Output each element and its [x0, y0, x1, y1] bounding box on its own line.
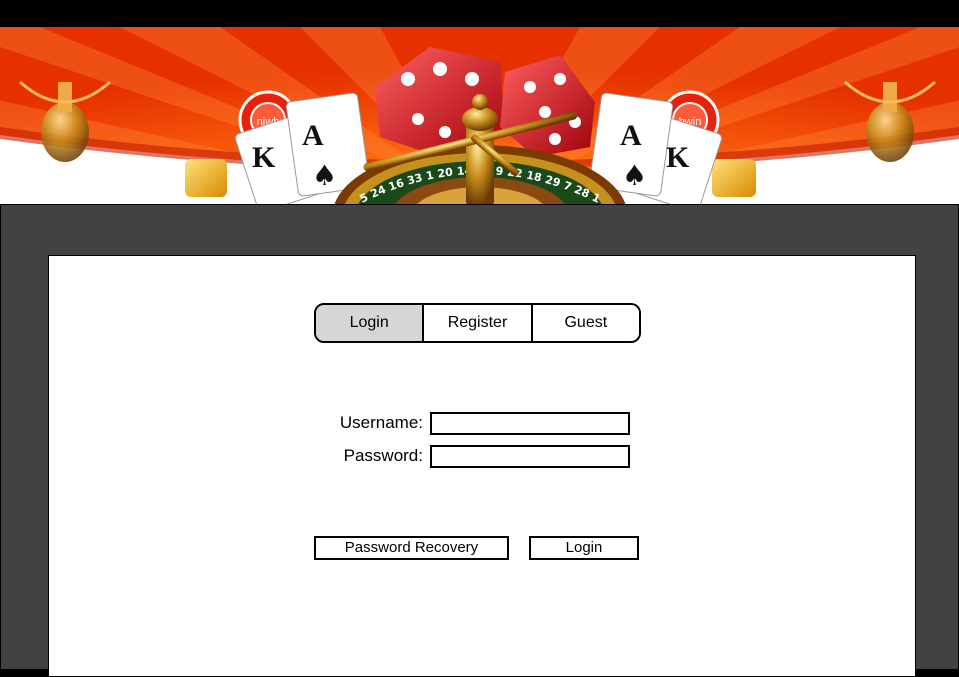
- login-button[interactable]: Login: [529, 536, 639, 560]
- spade-left: ♠: [312, 159, 337, 192]
- top-black-bar: [0, 0, 959, 27]
- tab-login[interactable]: Login: [316, 305, 423, 341]
- username-label: Username:: [339, 413, 423, 432]
- casino-banner: niwb bwin K A ♠ K A ♠ 5 24 16 33 1 20 1 …: [0, 27, 959, 204]
- password-recovery-button[interactable]: Password Recovery: [314, 536, 509, 560]
- mode-tabs: Login Register Guest: [314, 303, 641, 343]
- tab-guest[interactable]: Guest: [530, 305, 639, 341]
- card-king-left: K: [252, 141, 276, 174]
- login-panel: Login Register Guest Username: Password:…: [48, 255, 916, 677]
- password-input[interactable]: [430, 445, 630, 468]
- username-row: Username:: [49, 411, 915, 435]
- spade-right: ♠: [622, 159, 647, 192]
- page-frame: Login Register Guest Username: Password:…: [0, 204, 959, 677]
- card-ace-left: A: [302, 119, 324, 152]
- tab-register[interactable]: Register: [422, 305, 531, 341]
- password-row: Password:: [49, 444, 915, 468]
- username-input[interactable]: [430, 412, 630, 435]
- card-king-right: K: [666, 141, 690, 174]
- card-ace-right: A: [620, 119, 642, 152]
- password-label: Password:: [343, 446, 423, 465]
